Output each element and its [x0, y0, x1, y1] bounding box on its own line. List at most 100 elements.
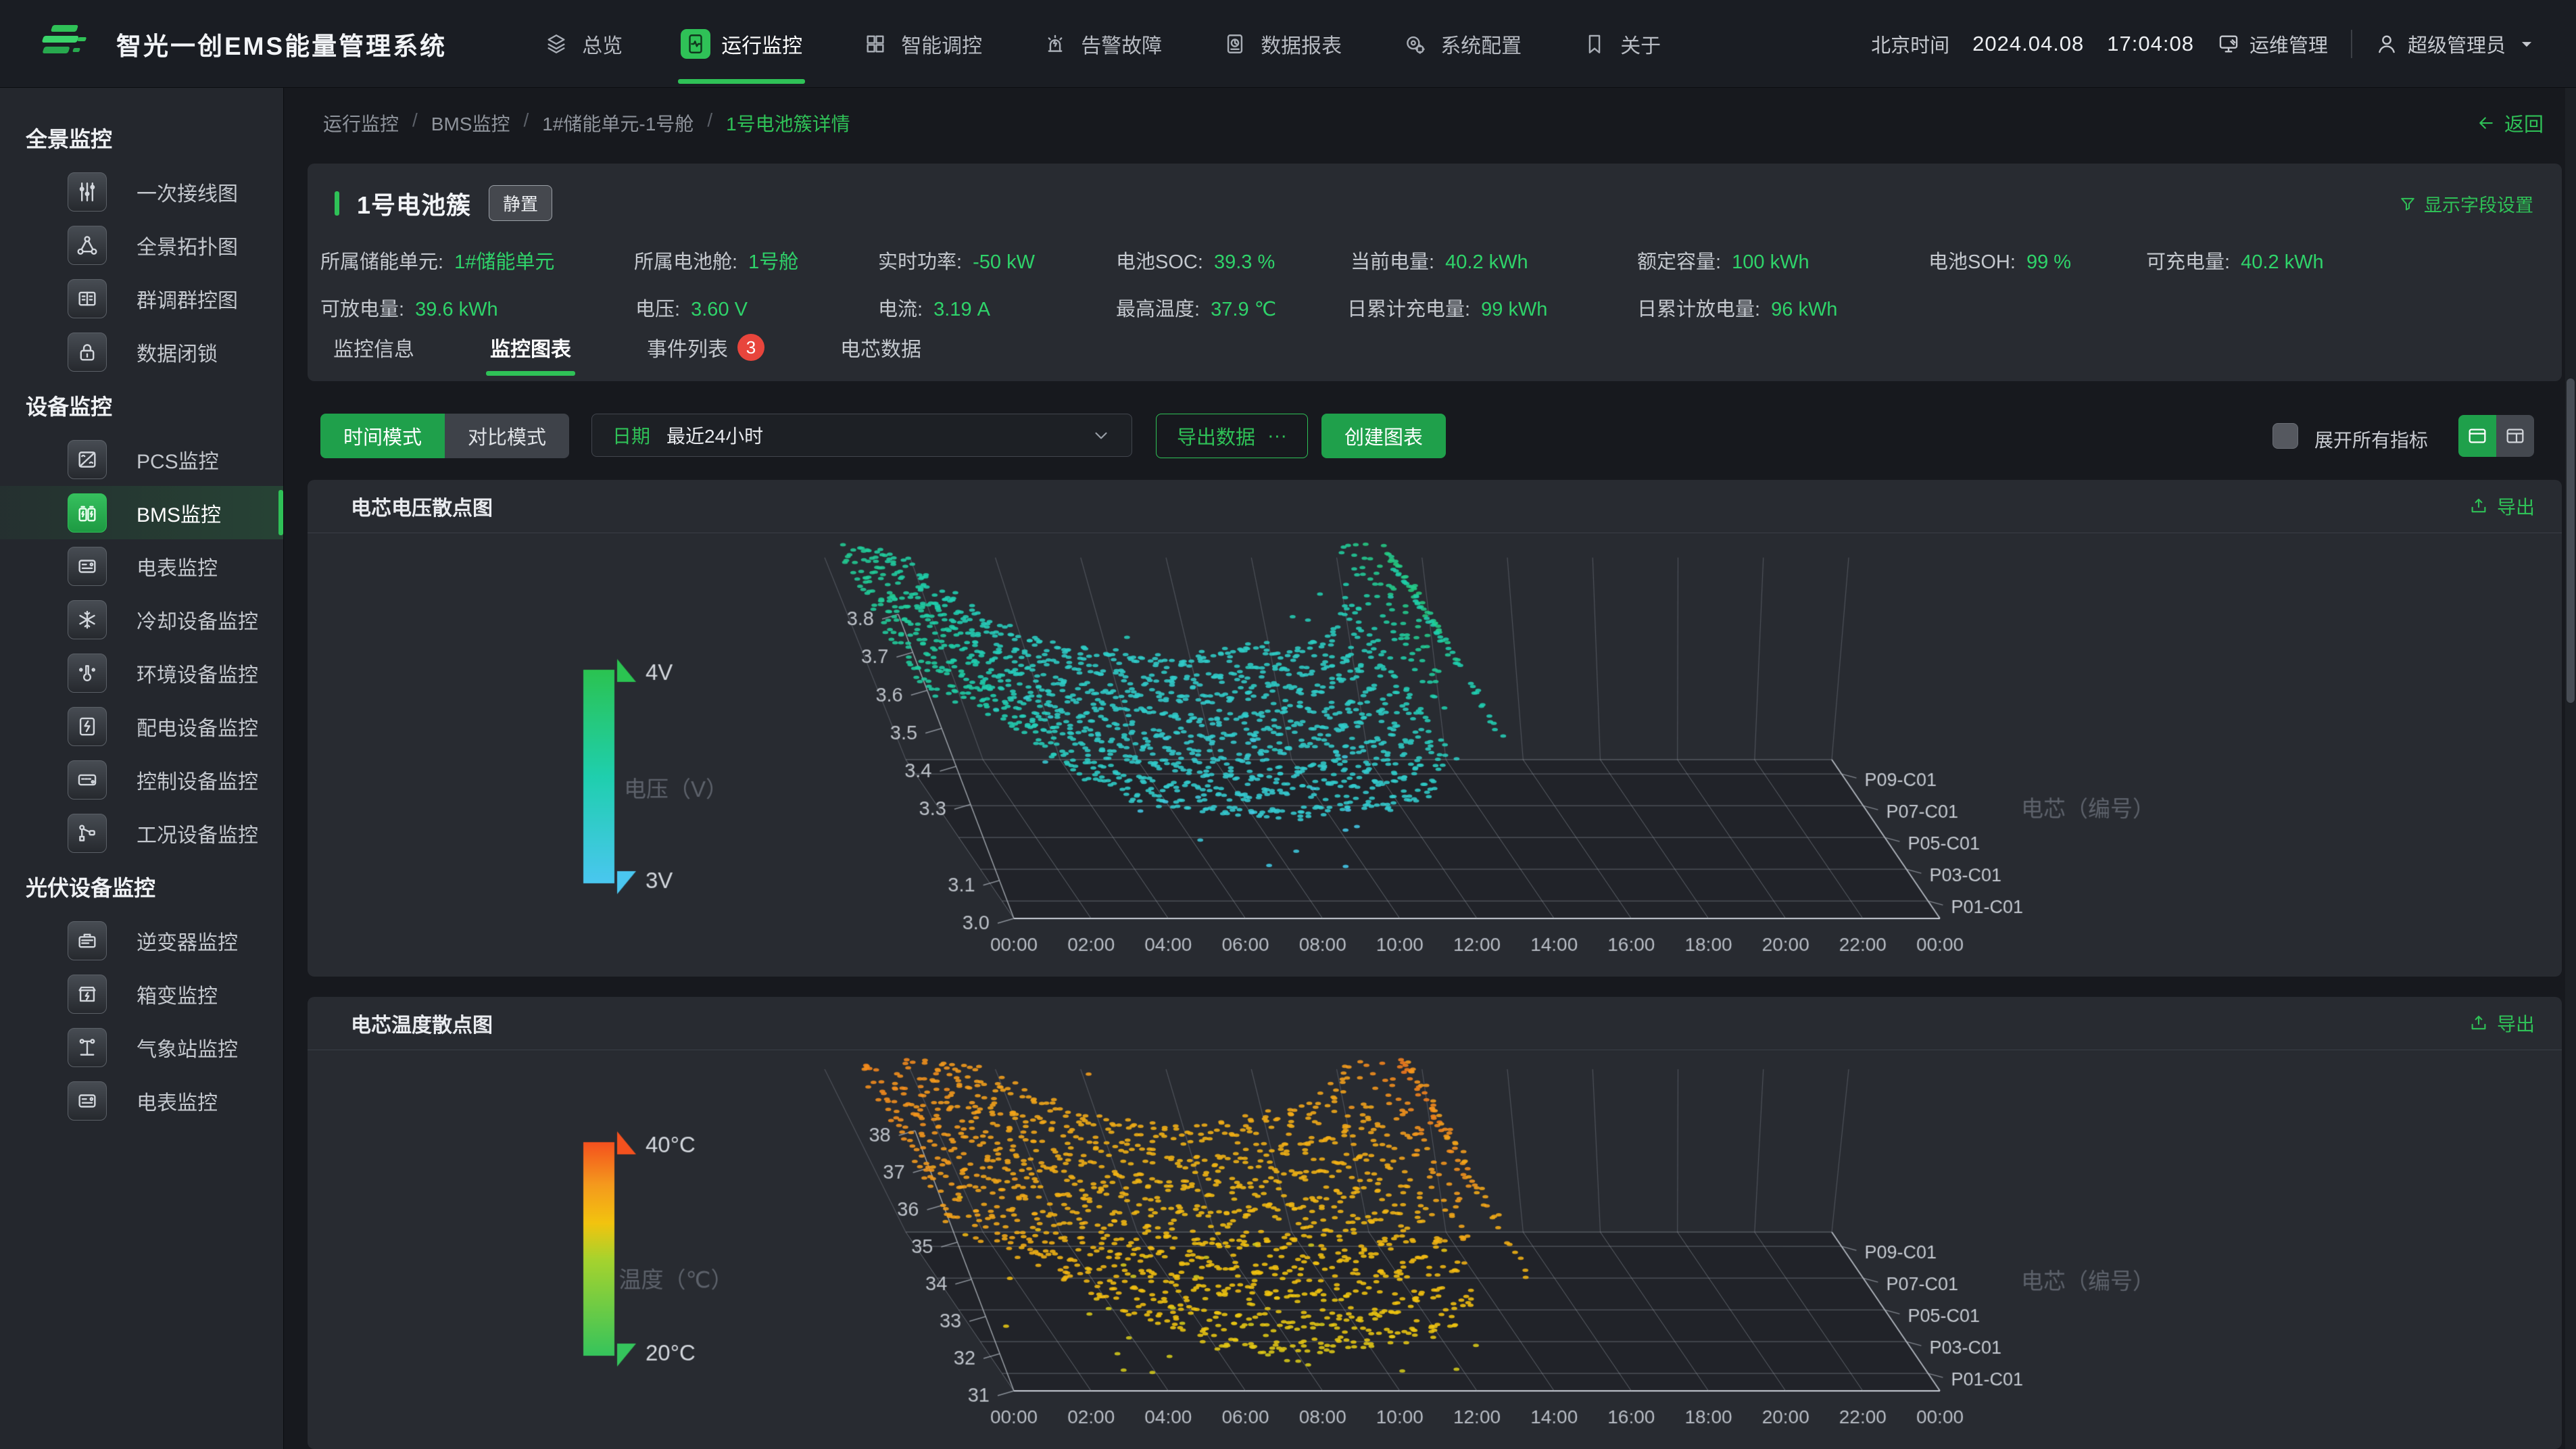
nav-item-about[interactable]: 关于 — [1580, 0, 1661, 87]
layout-split-button[interactable] — [2496, 415, 2534, 457]
tab-监控图表[interactable]: 监控图表 — [479, 333, 582, 378]
cluster-tabs: 监控信息 监控图表 事件列表3 电芯数据 — [322, 333, 932, 378]
voltage-chart-card: 电芯电压散点图 导出 — [308, 480, 2562, 977]
breadcrumb-separator: / — [707, 109, 712, 137]
sidebar-item-cooling[interactable]: 冷却设备监控 — [0, 593, 283, 646]
nav-item-config[interactable]: 系统配置 — [1400, 0, 1522, 87]
sidebar-item-cluster[interactable]: 群调群控图 — [0, 272, 283, 325]
meter-icon — [68, 1081, 107, 1121]
cell-voltage-3d-scatter[interactable] — [308, 533, 2562, 975]
info-field: 所属储能单元: 1#储能单元 — [320, 246, 554, 274]
main-nav: 总览运行监控智能调控告警故障数据报表系统配置关于 — [541, 0, 1661, 87]
sidebar-item-topology[interactable]: 全景拓扑图 — [0, 218, 283, 272]
sidebar-item-powerdist[interactable]: 配电设备监控 — [0, 699, 283, 753]
cluster-card-header: 1号电池簇 静置 — [335, 185, 552, 221]
breadcrumb-separator: / — [523, 109, 529, 137]
nav-item-alarm[interactable]: 告警故障 — [1040, 0, 1162, 87]
back-button[interactable]: 返回 — [2476, 109, 2544, 137]
nav-item-report[interactable]: 数据报表 — [1220, 0, 1342, 87]
layout-single-icon — [2466, 425, 2488, 447]
nav-item-monitor[interactable]: 运行监控 — [681, 0, 802, 87]
pcs-icon — [68, 440, 107, 479]
lock-icon — [68, 333, 107, 372]
condition-icon — [68, 814, 107, 853]
sidebar-group-title: 设备监控 — [0, 378, 283, 433]
brand-swoosh-icon — [38, 21, 97, 67]
smart-icon — [860, 29, 890, 59]
app-title: 智光一创EMS能量管理系统 — [116, 26, 447, 62]
header-divider — [2351, 30, 2352, 58]
tab-监控信息[interactable]: 监控信息 — [322, 333, 425, 378]
sidebar-item-inverter[interactable]: 逆变器监控 — [0, 914, 283, 967]
cell-temperature-3d-scatter[interactable] — [308, 1050, 2562, 1448]
mode-button[interactable]: 对比模式 — [445, 414, 569, 458]
tab-电芯数据[interactable]: 电芯数据 — [829, 333, 932, 378]
layout-toggle-group — [2458, 415, 2534, 457]
battery-cluster-card: 1号电池簇 静置 显示字段设置 所属储能单元: 1#储能单元所属电池舱: 1号舱… — [308, 164, 2562, 381]
sidebar-item-boxtrans[interactable]: 箱变监控 — [0, 967, 283, 1021]
date-range-select[interactable]: 日期 最近24小时 — [591, 414, 1132, 457]
create-chart-button[interactable]: 创建图表 — [1321, 414, 1446, 458]
chart-toolbar: 时间模式对比模式 日期 最近24小时 导出数据 ··· 创建图表 展开所有指标 — [284, 414, 2576, 461]
meter-icon — [68, 547, 107, 586]
ops-management-button[interactable]: 运维管理 — [2217, 30, 2328, 58]
sidebar-item-lock[interactable]: 数据闭锁 — [0, 325, 283, 378]
info-field: 电压: 3.60 V — [635, 293, 748, 322]
powerdist-icon — [68, 707, 107, 746]
cluster-icon — [68, 279, 107, 318]
status-badge: 静置 — [489, 185, 552, 221]
sidebar-item-meter[interactable]: 电表监控 — [0, 539, 283, 593]
clock-date: 2024.04.08 — [1972, 32, 2084, 56]
info-field: 可放电量: 39.6 kWh — [320, 293, 498, 322]
sidebar-item-meter[interactable]: 电表监控 — [0, 1074, 283, 1127]
date-label: 日期 — [612, 422, 650, 449]
app-logo: 智光一创EMS能量管理系统 — [38, 21, 447, 67]
field-settings-link[interactable]: 显示字段设置 — [2398, 191, 2533, 217]
sidebar-item-env[interactable]: 环境设备监控 — [0, 646, 283, 699]
sidebar-item-pcs[interactable]: PCS监控 — [0, 433, 283, 486]
breadcrumb-item: 1号电池簇详情 — [726, 109, 850, 137]
sidebar-item-condition[interactable]: 工况设备监控 — [0, 806, 283, 860]
info-field: 可充电量: 40.2 kWh — [2146, 246, 2324, 274]
tab-事件列表[interactable]: 事件列表3 — [636, 333, 775, 378]
breadcrumb-row: 运行监控/BMS监控/1#储能单元-1号舱/1号电池簇详情 返回 — [323, 88, 2544, 158]
chevron-down-icon — [1091, 425, 1111, 445]
breadcrumb-item[interactable]: 运行监控 — [323, 109, 399, 137]
cooling-icon — [68, 600, 107, 639]
export-data-button[interactable]: 导出数据 ··· — [1156, 414, 1308, 458]
topology-icon — [68, 226, 107, 265]
weather-icon — [68, 1028, 107, 1067]
layout-single-button[interactable] — [2458, 415, 2496, 457]
info-field: 当前电量: 40.2 kWh — [1351, 246, 1528, 274]
clock-label: 北京时间 — [1871, 30, 1949, 58]
inverter-icon — [68, 921, 107, 960]
header-right: 北京时间 2024.04.08 17:04:08 运维管理 超级管理员 — [1871, 30, 2538, 58]
overview-icon — [541, 29, 571, 59]
sidebar-item-weather[interactable]: 气象站监控 — [0, 1021, 283, 1074]
voltage-chart-export-button[interactable]: 导出 — [2469, 493, 2535, 520]
expand-all-checkbox[interactable] — [2273, 423, 2298, 449]
scrollbar-thumb[interactable] — [2567, 378, 2575, 703]
sidebar: 全景监控一次接线图全景拓扑图群调群控图数据闭锁设备监控PCS监控BMS监控电表监… — [0, 88, 284, 1449]
breadcrumb-item[interactable]: BMS监控 — [431, 109, 510, 137]
back-arrow-icon — [2476, 113, 2496, 133]
expand-all-label: 展开所有指标 — [2314, 426, 2428, 453]
nav-item-smart[interactable]: 智能调控 — [860, 0, 982, 87]
sidebar-item-oneline[interactable]: 一次接线图 — [0, 165, 283, 218]
sidebar-item-bms[interactable]: BMS监控 — [0, 486, 283, 539]
breadcrumb-item[interactable]: 1#储能单元-1号舱 — [542, 109, 694, 137]
info-field: 实时功率: -50 kW — [878, 246, 1035, 274]
voltage-chart-header: 电芯电压散点图 导出 — [308, 480, 2562, 533]
sidebar-item-control[interactable]: 控制设备监控 — [0, 753, 283, 806]
temperature-chart-export-button[interactable]: 导出 — [2469, 1010, 2535, 1037]
page-scrollbar[interactable] — [2565, 88, 2576, 1449]
app-root: 智光一创EMS能量管理系统 总览运行监控智能调控告警故障数据报表系统配置关于 北… — [0, 0, 2576, 1449]
title-accent-bar — [335, 191, 339, 216]
top-header: 智光一创EMS能量管理系统 总览运行监控智能调控告警故障数据报表系统配置关于 北… — [0, 0, 2576, 88]
sidebar-group-title: 全景监控 — [0, 111, 283, 165]
mode-button[interactable]: 时间模式 — [320, 414, 445, 458]
info-field: 日累计放电量: 96 kWh — [1637, 293, 1837, 322]
info-field: 电池SOC: 39.3 % — [1116, 246, 1275, 274]
user-menu[interactable]: 超级管理员 — [2375, 30, 2538, 58]
nav-item-overview[interactable]: 总览 — [541, 0, 623, 87]
